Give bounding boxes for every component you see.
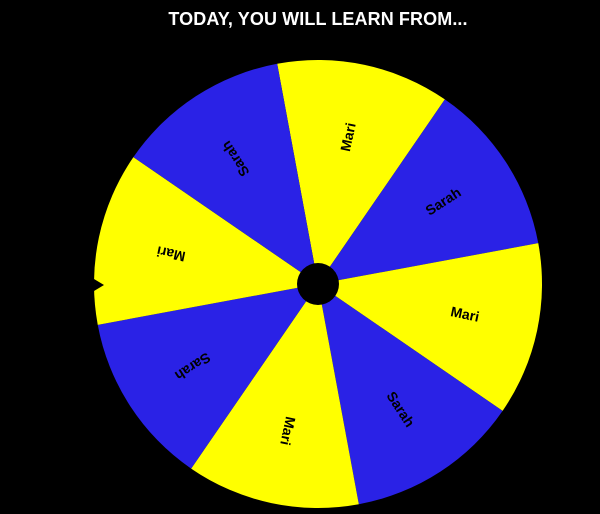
prize-wheel[interactable]: MariSarahMariSarahMariSarahMariSarah	[0, 0, 600, 514]
wheel-hub[interactable]	[297, 263, 339, 305]
